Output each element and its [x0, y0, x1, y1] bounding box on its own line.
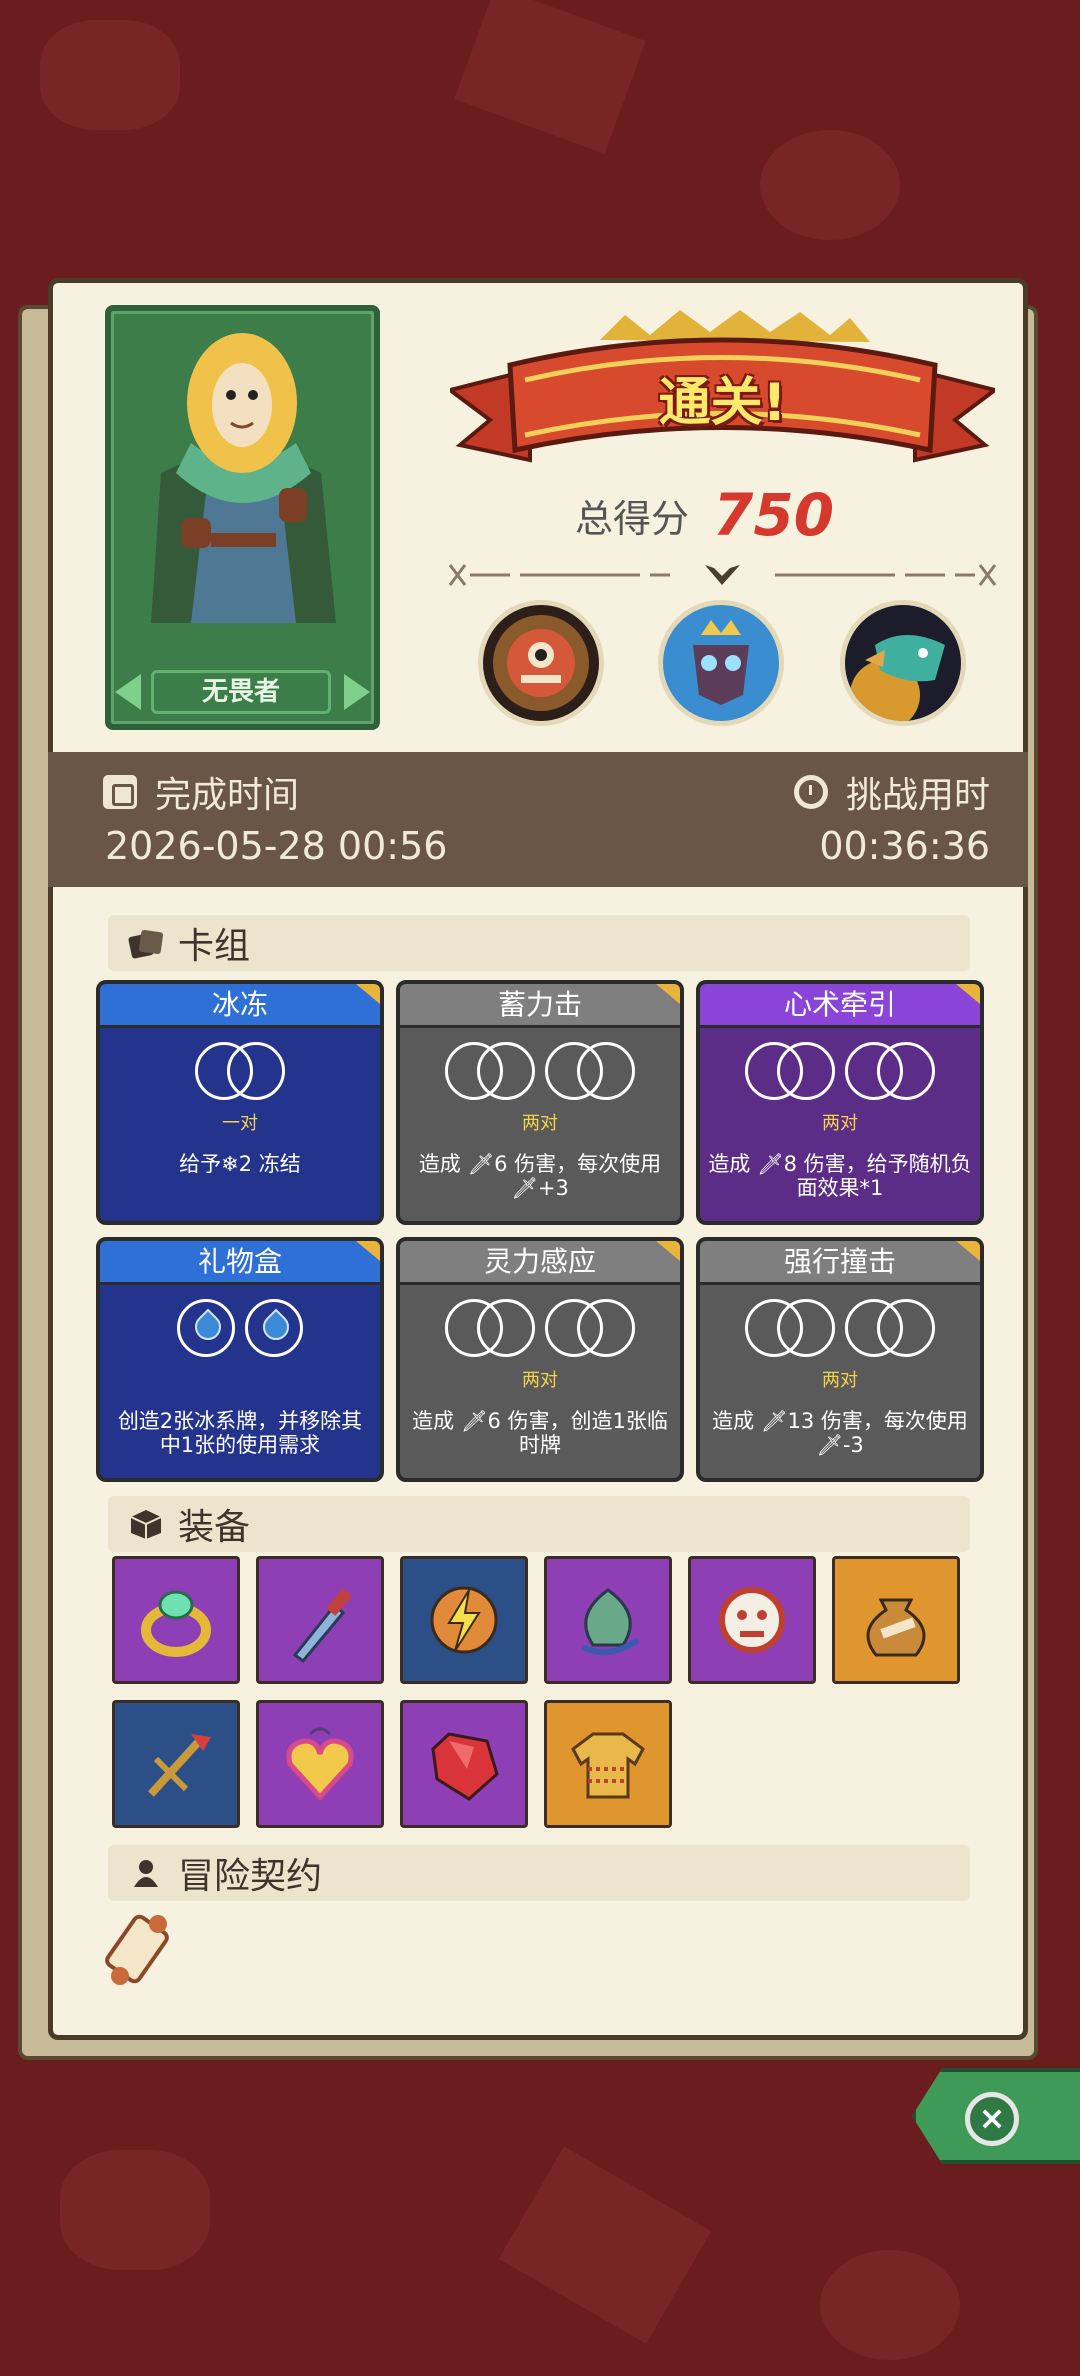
card-title: 礼物盒: [100, 1241, 380, 1285]
card-cost: [400, 1042, 680, 1102]
card-cost: [100, 1299, 380, 1357]
card-cost-tag: 两对: [522, 1113, 558, 1134]
card-forced-ram[interactable]: 强行撞击 两对 造成 🗡13 伤害，每次使用 🗡-3: [696, 1237, 984, 1482]
equipment-section-header: 装备: [108, 1496, 970, 1552]
card-cost-tag: 两对: [822, 1113, 858, 1134]
card-cost-tag: 两对: [822, 1370, 858, 1391]
card-freeze[interactable]: 冰冻 一对 给予❄2 冻结: [96, 980, 384, 1225]
hero-name: 无畏者: [151, 670, 331, 714]
card-title: 蓄力击: [400, 984, 680, 1028]
card-title: 灵力感应: [400, 1241, 680, 1285]
card-cost: [400, 1299, 680, 1359]
next-hero-arrow[interactable]: [344, 674, 370, 710]
deck-section-title: 卡组: [178, 926, 251, 967]
box-icon: [130, 1510, 162, 1539]
close-icon[interactable]: ×: [965, 2092, 1019, 2146]
water-drop-icon: [177, 1299, 235, 1357]
heart-locket-icon[interactable]: [256, 1700, 384, 1828]
scroll-icon[interactable]: [100, 1910, 175, 1990]
card-desc: 造成 🗡6 伤害，每次使用 🗡+3: [418, 1152, 662, 1200]
ring-icon[interactable]: [112, 1556, 240, 1684]
finish-time-value: 2026-05-28 00:56: [105, 824, 448, 868]
card-title: 冰冻: [100, 984, 380, 1028]
bg-shape: [760, 130, 900, 240]
card-cost-tag: 一对: [222, 1113, 258, 1134]
bg-shape: [498, 2146, 712, 2344]
deck-section-header: 卡组: [108, 915, 970, 971]
ornament-divider: [448, 564, 997, 586]
card-title: 强行撞击: [700, 1241, 980, 1285]
card-cost: [700, 1299, 980, 1359]
cards-icon: [128, 929, 164, 959]
fish-boss-icon: [840, 600, 966, 726]
stopwatch-icon: [793, 775, 828, 809]
money-bag-icon[interactable]: [832, 1556, 960, 1684]
card-spirit-sense[interactable]: 灵力感应 两对 造成 🗡6 伤害，创造1张临时牌: [396, 1237, 684, 1482]
crossbow-icon[interactable]: [112, 1700, 240, 1828]
finish-time-label: 完成时间: [155, 775, 300, 816]
score-value: 750: [713, 481, 835, 549]
crowned-skull-boss-icon: [658, 600, 784, 726]
demon-mask-icon[interactable]: [688, 1556, 816, 1684]
duration-label-row: 挑战用时: [793, 766, 990, 818]
bg-shape: [820, 2250, 960, 2360]
lightning-orb-icon[interactable]: [400, 1556, 528, 1684]
card-desc: 造成 🗡6 伤害，创造1张临时牌: [412, 1409, 668, 1457]
finish-time-label-row: 完成时间: [103, 766, 299, 818]
equipment-section-title: 装备: [178, 1507, 251, 1548]
contract-section-title: 冒险契约: [178, 1856, 323, 1897]
bg-shape: [40, 20, 180, 130]
ruby-icon[interactable]: [400, 1700, 528, 1828]
card-desc: 造成 🗡13 伤害，每次使用 🗡-3: [712, 1409, 968, 1457]
leaf-amulet-icon[interactable]: [544, 1556, 672, 1684]
card-mind-pull[interactable]: 心术牵引 两对 造成 🗡8 伤害，给予随机负面效果*1: [696, 980, 984, 1225]
card-cost: [100, 1042, 380, 1102]
card-desc: 造成 🗡8 伤害，给予随机负面效果*1: [708, 1152, 972, 1200]
hero-illustration: [151, 333, 336, 623]
score-label: 总得分: [575, 496, 690, 541]
card-cost-tag: 两对: [522, 1370, 558, 1391]
bg-shape: [454, 0, 646, 154]
dagger-icon[interactable]: [256, 1556, 384, 1684]
person-icon: [134, 1860, 158, 1887]
victory-text: 通关!: [658, 373, 787, 433]
card-title: 心术牵引: [700, 984, 980, 1028]
contract-section-header: 冒险契约: [108, 1845, 970, 1901]
bg-shape: [60, 2150, 210, 2270]
duration-label: 挑战用时: [845, 775, 990, 816]
time-band: 完成时间 2026-05-28 00:56 挑战用时 00:36:36: [48, 752, 1028, 887]
card-cost: [700, 1042, 980, 1102]
card-gift-box[interactable]: 礼物盒 创造2张冰系牌，并移除其中1张的使用需求: [96, 1237, 384, 1482]
calendar-icon: [103, 775, 137, 809]
card-charge-strike[interactable]: 蓄力击 两对 造成 🗡6 伤害，每次使用 🗡+3: [396, 980, 684, 1225]
card-desc: 创造2张冰系牌，并移除其中1张的使用需求: [117, 1409, 363, 1457]
hero-portrait: 无畏者: [105, 305, 380, 730]
water-drop-icon: [245, 1299, 303, 1357]
duration-value: 00:36:36: [819, 824, 990, 868]
prev-hero-arrow[interactable]: [115, 674, 141, 710]
cyclops-boss-icon: [478, 600, 604, 726]
victory-banner: 通关!: [445, 310, 1000, 480]
score-row: 总得分 750: [575, 480, 834, 550]
card-desc: 给予❄2 冻结: [179, 1152, 301, 1176]
sweater-icon[interactable]: [544, 1700, 672, 1828]
